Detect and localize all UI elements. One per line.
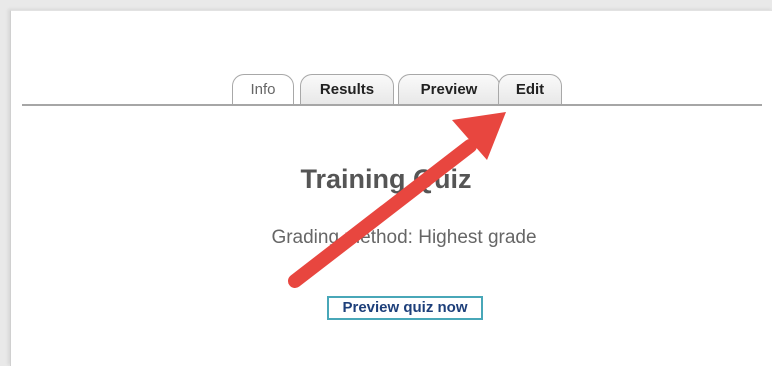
- tab-bar-underline: [22, 104, 762, 106]
- preview-quiz-now-button[interactable]: Preview quiz now: [327, 296, 483, 320]
- tab-preview[interactable]: Preview: [398, 74, 500, 104]
- grading-method-text: Grading method: Highest grade: [271, 227, 537, 248]
- quiz-title: Training Quiz: [300, 164, 472, 194]
- tab-info[interactable]: Info: [232, 74, 294, 104]
- tab-edit[interactable]: Edit: [498, 74, 562, 104]
- tab-results[interactable]: Results: [300, 74, 394, 104]
